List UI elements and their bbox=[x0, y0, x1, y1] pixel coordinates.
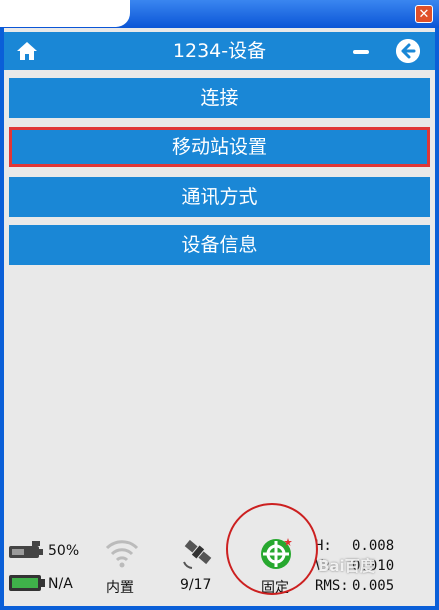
rms-value: 0.005 bbox=[352, 578, 395, 594]
app-client-area: 1234-设备 连接 移动站设置 通讯方式 设备信息 50% N/A 内置 9/… bbox=[4, 28, 435, 606]
menu-device-info-button[interactable]: 设备信息 bbox=[9, 225, 430, 265]
satellite-count: 9/17 bbox=[180, 577, 212, 593]
main-battery-value: N/A bbox=[48, 576, 73, 592]
device-battery-value: 50% bbox=[48, 543, 80, 559]
satellite-icon bbox=[183, 539, 212, 569]
signal-source-label: 内置 bbox=[106, 580, 134, 596]
menu-connect-button[interactable]: 连接 bbox=[9, 78, 430, 118]
window-titlebar[interactable]: ✕ bbox=[0, 0, 439, 28]
minimize-icon[interactable] bbox=[353, 50, 369, 54]
menu-rover-settings-button[interactable]: 移动站设置 bbox=[9, 127, 430, 167]
app-header: 1234-设备 bbox=[4, 32, 435, 70]
rms-label: RMS: bbox=[315, 578, 349, 594]
highlight-circle-annotation bbox=[226, 503, 318, 595]
titlebar-blank-area bbox=[0, 0, 130, 27]
h-precision-value: 0.008 bbox=[352, 538, 395, 554]
wifi-icon bbox=[105, 540, 139, 568]
back-arrow-icon[interactable] bbox=[396, 39, 420, 63]
watermark-text: Bai百度 bbox=[318, 557, 375, 575]
page-title: 1234-设备 bbox=[172, 40, 267, 62]
main-battery-icon bbox=[9, 575, 45, 591]
device-battery-icon bbox=[9, 541, 43, 558]
menu-communication-button[interactable]: 通讯方式 bbox=[9, 177, 430, 217]
window-close-button[interactable]: ✕ bbox=[415, 5, 433, 23]
